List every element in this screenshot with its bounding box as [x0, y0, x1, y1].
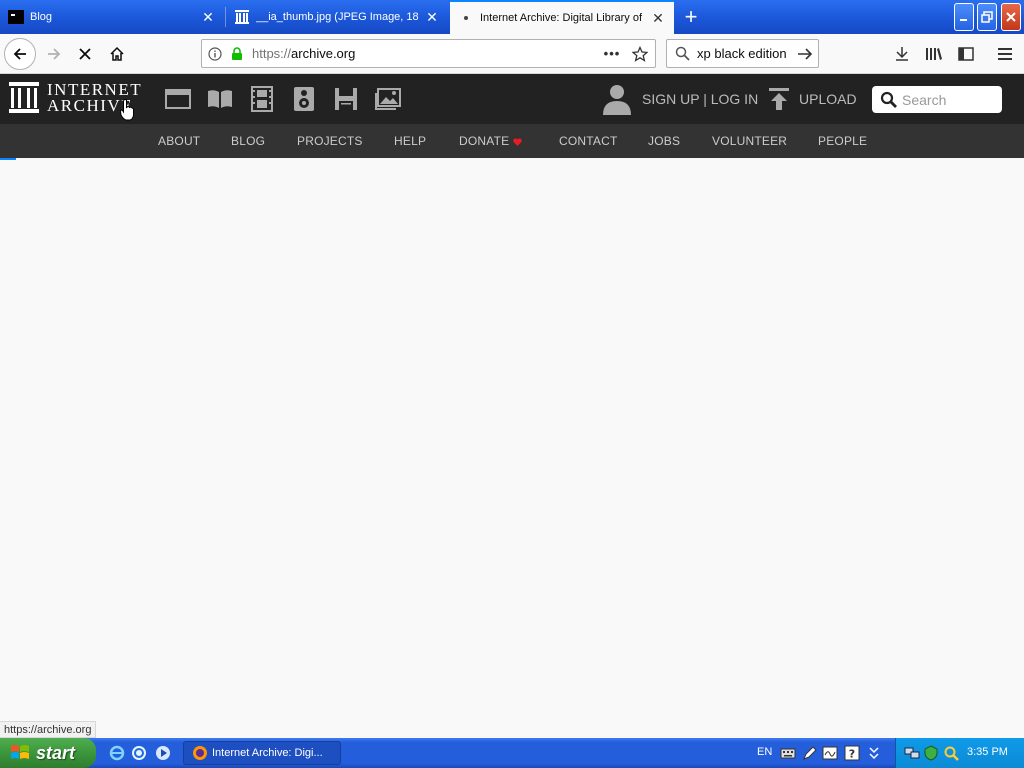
- media-player-icon[interactable]: [155, 745, 171, 761]
- terminal-favicon-icon: [8, 9, 24, 25]
- loading-dot-icon: [458, 10, 474, 26]
- new-tab-button[interactable]: +: [678, 4, 704, 30]
- page-content-area: [0, 160, 1024, 738]
- internet-explorer-icon[interactable]: [109, 745, 125, 761]
- nav-donate[interactable]: DONATE: [459, 134, 523, 148]
- tab-strip: Blog ✕ __ia_thumb.jpg (JPEG Image, 180 ✕…: [0, 0, 1024, 34]
- ia-search-placeholder: Search: [902, 91, 947, 108]
- ia-top-nav: INTERNET ARCHIVE SIGN UP | LOG IN UPLOAD…: [0, 74, 1024, 124]
- nav-donate-label: DONATE: [459, 134, 510, 148]
- upload-icon[interactable]: [768, 87, 790, 111]
- language-indicator[interactable]: EN: [757, 746, 772, 758]
- navigation-toolbar: https://archive.org ••• xp black edition: [0, 34, 1024, 74]
- arrow-right-icon[interactable]: [792, 47, 818, 61]
- browser-quicklaunch-icon[interactable]: [131, 745, 147, 761]
- back-button[interactable]: [4, 38, 36, 70]
- nav-jobs[interactable]: JOBS: [648, 134, 680, 148]
- search-icon: [876, 91, 902, 109]
- archive-temple-icon: [9, 82, 39, 113]
- tab-title: __ia_thumb.jpg (JPEG Image, 180: [256, 11, 418, 23]
- security-shield-icon[interactable]: [923, 745, 939, 761]
- tray-search-icon[interactable]: [943, 745, 959, 761]
- nav-help[interactable]: HELP: [394, 134, 426, 148]
- search-value: xp black edition: [697, 46, 787, 61]
- nav-people[interactable]: PEOPLE: [818, 134, 867, 148]
- close-icon[interactable]: ✕: [650, 10, 666, 26]
- pen-icon[interactable]: [802, 745, 818, 761]
- minimize-button[interactable]: [954, 3, 974, 31]
- url-scheme: https://: [252, 46, 292, 61]
- url-text[interactable]: https://archive.org: [246, 46, 599, 61]
- hamburger-menu-icon[interactable]: [991, 40, 1019, 68]
- hand-cursor-icon: [120, 99, 134, 121]
- network-icon[interactable]: [904, 745, 920, 761]
- lock-icon[interactable]: [228, 46, 246, 61]
- downloads-icon[interactable]: [888, 40, 916, 68]
- library-icon[interactable]: [920, 40, 948, 68]
- close-icon[interactable]: ✕: [424, 9, 440, 25]
- user-icon[interactable]: [602, 83, 632, 115]
- status-url: https://archive.org: [0, 721, 97, 738]
- taskbar-window-firefox[interactable]: Internet Archive: Digi...: [183, 741, 341, 765]
- options-chevron-icon[interactable]: [866, 745, 882, 761]
- software-icon[interactable]: [333, 86, 359, 112]
- nav-blog[interactable]: BLOG: [231, 134, 265, 148]
- svg-text:?: ?: [849, 748, 855, 761]
- stop-button[interactable]: [71, 40, 99, 68]
- audio-icon[interactable]: [291, 86, 317, 112]
- upload-link[interactable]: UPLOAD: [799, 91, 857, 107]
- keyboard-icon[interactable]: [780, 745, 796, 761]
- nav-projects[interactable]: PROJECTS: [297, 134, 363, 148]
- info-icon[interactable]: [202, 46, 228, 61]
- tab-ia-thumb[interactable]: __ia_thumb.jpg (JPEG Image, 180 ✕: [226, 2, 448, 32]
- taskbar-window-label: Internet Archive: Digi...: [212, 747, 323, 759]
- url-host: archive.org: [291, 46, 356, 61]
- signup-login-link[interactable]: SIGN UP | LOG IN: [642, 91, 758, 107]
- start-label: start: [36, 742, 76, 763]
- help-icon[interactable]: ?: [844, 745, 860, 761]
- windows-taskbar: start Internet Archive: Digi... EN ? 3:3…: [0, 738, 1024, 768]
- nav-contact[interactable]: CONTACT: [559, 134, 618, 148]
- images-icon[interactable]: [375, 86, 401, 112]
- ia-secondary-nav: ABOUT BLOG PROJECTS HELP DONATE CONTACT …: [0, 124, 1024, 158]
- nav-about[interactable]: ABOUT: [158, 134, 200, 148]
- search-icon: [667, 46, 697, 61]
- tab-internet-archive[interactable]: Internet Archive: Digital Library of ✕: [450, 0, 674, 34]
- nav-volunteer[interactable]: VOLUNTEER: [712, 134, 787, 148]
- bookmark-star-icon[interactable]: [625, 45, 655, 62]
- page-actions-icon[interactable]: •••: [599, 46, 625, 61]
- texts-icon[interactable]: [207, 86, 233, 112]
- web-icon[interactable]: [165, 86, 191, 112]
- close-icon[interactable]: ✕: [200, 9, 216, 25]
- sidebar-icon[interactable]: [952, 40, 980, 68]
- tab-title: Internet Archive: Digital Library of: [480, 12, 643, 24]
- start-button[interactable]: start: [0, 738, 96, 768]
- heart-icon: [513, 138, 523, 146]
- close-window-button[interactable]: [1001, 3, 1021, 31]
- video-icon[interactable]: [249, 86, 275, 112]
- windows-flag-icon: [11, 745, 29, 759]
- url-bar[interactable]: https://archive.org •••: [201, 39, 656, 68]
- clock: 3:35 PM: [967, 746, 1008, 758]
- tab-blog[interactable]: Blog ✕: [0, 2, 224, 32]
- ia-search-box[interactable]: Search: [872, 86, 1002, 113]
- tab-title: Blog: [30, 11, 53, 23]
- home-button[interactable]: [103, 40, 131, 68]
- forward-button[interactable]: [40, 40, 68, 68]
- archive-favicon-icon: [234, 9, 250, 25]
- firefox-icon: [193, 746, 207, 760]
- browser-search-box[interactable]: xp black edition: [666, 39, 819, 68]
- restore-button[interactable]: [977, 3, 997, 31]
- handwriting-icon[interactable]: [822, 745, 838, 761]
